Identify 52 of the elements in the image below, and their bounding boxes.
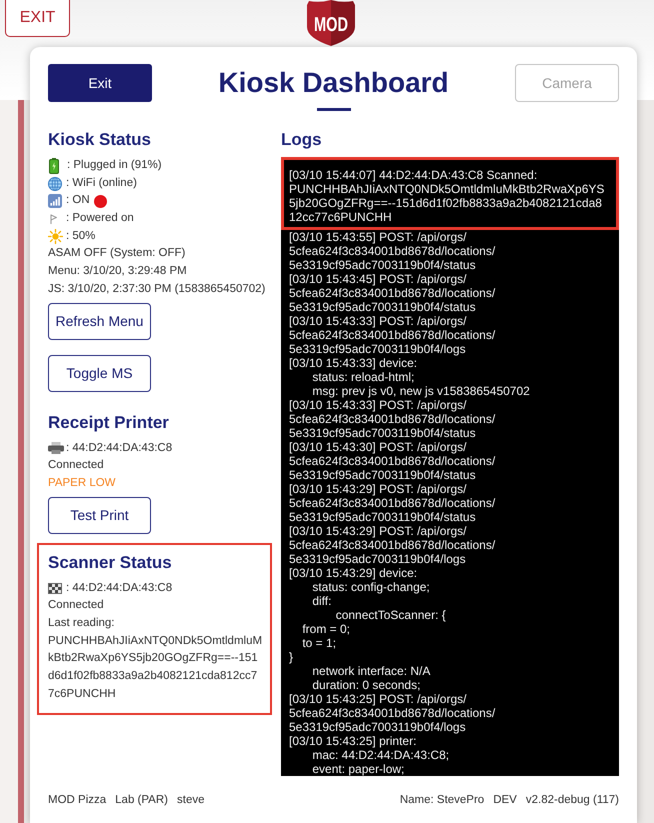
- status-text: : 50%: [66, 228, 96, 244]
- footer-text: v2.82-debug (117): [526, 793, 619, 808]
- exit-button[interactable]: EXIT: [5, 0, 70, 37]
- log-entry: [03/10 15:43:30] POST: /api/orgs/ 5cfea624f3c834001bd8678d/locations/ 5e3319cf95adc7003119b0f4/status: [288, 440, 496, 482]
- status-text: : ON: [66, 193, 90, 208]
- footer-text: MOD Pizza: [48, 793, 106, 808]
- section-heading: Kiosk Status: [48, 129, 152, 151]
- globe-icon: [48, 176, 62, 191]
- footer-text: Name: StevePro: [400, 793, 484, 808]
- dashboard-title: Kiosk Dashboard: [218, 66, 449, 100]
- status-text: Menu: 3/10/20, 3:29:48 PM: [48, 264, 187, 280]
- reading-value: PUNCHHBAhJIiAxNTQ0NDk5OmtldmluMkBtb2RwaXp6YS5jb20GOgZFRg==--151d6d1f02fb8833a9a2b4082121cda812cc77c6PUNCHH: [48, 634, 263, 702]
- test-print-button[interactable]: Test Print: [48, 496, 151, 534]
- flag-icon: [50, 214, 57, 224]
- log-entry: [03/10 15:43:29] POST: /api/orgs/ 5cfea624f3c834001bd8678d/locations/ 5e3319cf95adc7003119b0f4/status: [288, 482, 496, 524]
- action-button[interactable]: Toggle MS: [48, 354, 151, 392]
- status-text: : Powered on: [66, 211, 134, 226]
- status-text: : Plugged in (91%): [67, 158, 162, 173]
- footer-text: DEV: [493, 793, 517, 808]
- device-address: : 44:D2:44:DA:43:C8: [66, 440, 172, 456]
- battery-icon: [49, 158, 59, 174]
- log-entry: [03/10 15:43:25] printer: mac: 44:D2:44:DA:43:C8; event: paper-low;: [288, 734, 450, 776]
- footer-text: steve: [177, 793, 204, 808]
- field-label: Last reading:: [48, 616, 114, 631]
- warning-text: PAPER LOW: [48, 476, 116, 491]
- connection-status: Connected: [48, 598, 104, 614]
- title-underline: [316, 108, 350, 111]
- action-button[interactable]: Refresh Menu: [48, 302, 151, 340]
- log-entry: [03/10 15:43:55] POST: /api/orgs/ 5cfea624f3c834001bd8678d/locations/ 5e3319cf95adc7003119b0f4/status: [288, 230, 496, 272]
- log-entry: [03/10 15:43:29] POST: /api/orgs/ 5cfea624f3c834001bd8678d/locations/ 5e3319cf95adc7003119b0f4/logs: [288, 524, 496, 566]
- section-heading: Scanner Status: [48, 552, 173, 574]
- log-entry: [03/10 15:43:33] device: status: reload-html; msg: prev js v0, new js v1583865450702: [288, 356, 531, 398]
- section-heading: Receipt Printer: [48, 412, 170, 434]
- footer-text: Lab (PAR): [115, 793, 168, 808]
- signal-bars-icon: [48, 194, 62, 208]
- log-entry: [03/10 15:43:33] POST: /api/orgs/ 5cfea624f3c834001bd8678d/locations/ 5e3319cf95adc7003119b0f4/status: [288, 398, 496, 440]
- logo: MOD: [306, 0, 356, 46]
- sun-icon: [48, 229, 63, 244]
- checkerboard-icon: [48, 582, 62, 594]
- exit-button[interactable]: Exit: [48, 64, 152, 102]
- printer-icon: [48, 442, 64, 454]
- section-heading: Logs: [281, 129, 323, 151]
- status-text: JS: 3/10/20, 2:37:30 PM (1583865450702): [48, 282, 266, 297]
- connection-status: Connected: [48, 458, 104, 474]
- log-entry: [03/10 15:43:29] device: status: config-change; diff: connectToScanner: { from = 0; to = 1; } network interface: N/A duration: 0 seconds;: [288, 566, 447, 692]
- status-text: : WiFi (online): [66, 176, 137, 191]
- log-entry: [03/10 15:43:45] POST: /api/orgs/ 5cfea624f3c834001bd8678d/locations/ 5e3319cf95adc7003119b0f4/status: [288, 272, 496, 314]
- log-entry: [03/10 15:43:33] POST: /api/orgs/ 5cfea624f3c834001bd8678d/locations/ 5e3319cf95adc7003119b0f4/logs: [288, 314, 496, 356]
- device-address: : 44:D2:44:DA:43:C8: [66, 580, 172, 596]
- status-text: ASAM OFF (System: OFF): [48, 246, 186, 262]
- log-entry: [03/10 15:44:07] 44:D2:44:DA:43:C8 Scanned: PUNCHHBAhJIiAxNTQ0NDk5OmtldmluMkBtb2RwaXp6YS 5jb20GOgZFRg==--151d6d1f02fb8833a9a2b4082121cda8 12cc77c6PUNCHH: [281, 157, 619, 230]
- log-entry: [03/10 15:43:25] POST: /api/orgs/ 5cfea624f3c834001bd8678d/locations/ 5e3319cf95adc7003119b0f4/logs: [288, 692, 496, 734]
